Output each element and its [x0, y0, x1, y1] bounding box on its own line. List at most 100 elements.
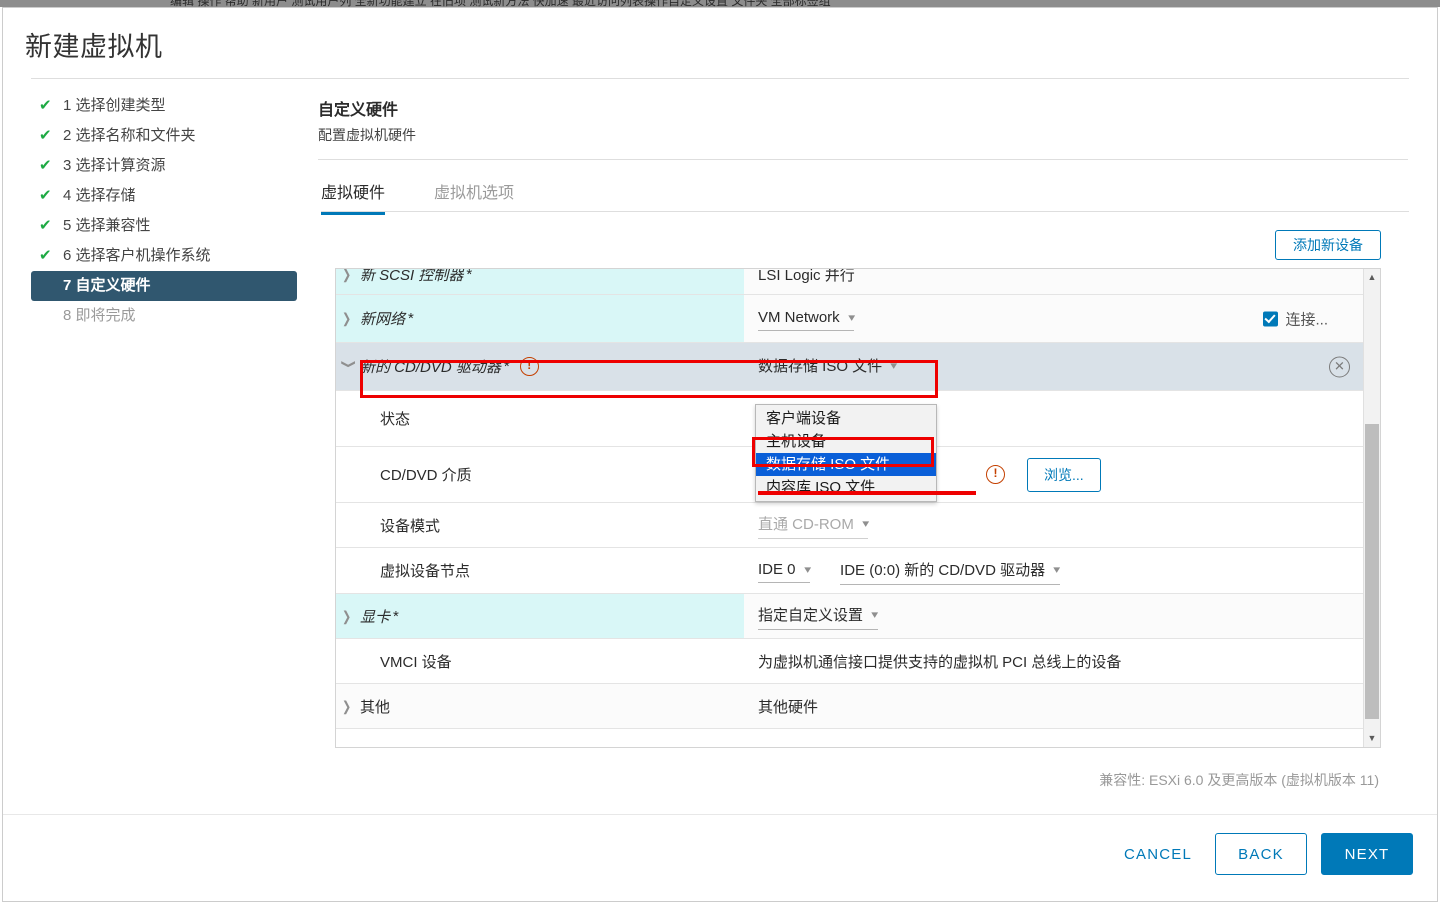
table-row-cd-dvd-drive[interactable]: ❯ 新的 CD/DVD 驱动器 * ! 数据存储 ISO 文件 ▾ ✕: [336, 343, 1380, 391]
warning-icon: !: [519, 357, 539, 376]
pane-title: 自定义硬件: [318, 102, 399, 119]
network-connect-checkbox-wrapper[interactable]: 连接...: [1263, 308, 1328, 329]
back-button[interactable]: BACK: [1215, 833, 1307, 875]
device-mode-dropdown[interactable]: 直通 CD-ROM ▾: [758, 511, 870, 539]
cd-dvd-media-type-menu[interactable]: 客户端设备 主机设备 数据存储 ISO 文件 内容库 ISO 文件: [755, 404, 937, 502]
sidebar-item-step-5[interactable]: ✔ 5 选择兼容性: [31, 211, 299, 241]
remove-device-icon[interactable]: ✕: [1329, 356, 1350, 377]
warning-icon: !: [986, 465, 1005, 484]
menu-item-datastore-iso-file[interactable]: 数据存储 ISO 文件: [756, 453, 936, 476]
video-card-settings-dropdown[interactable]: 指定自定义设置 ▾: [758, 602, 878, 630]
tab-virtual-hardware[interactable]: 虚拟硬件: [321, 179, 386, 215]
device-name: 新的 CD/DVD 驱动器: [360, 359, 501, 376]
device-name: 新 SCSI 控制器: [360, 268, 464, 284]
row-label-cell: 状态: [336, 391, 744, 446]
table-row-vmci-device: VMCI 设备 为虚拟机通信接口提供支持的虚拟机 PCI 总线上的设备: [336, 639, 1380, 684]
required-marker: *: [393, 607, 399, 625]
required-marker: *: [408, 310, 414, 327]
chevron-right-icon[interactable]: ❯: [342, 608, 356, 624]
table-row-new-network[interactable]: ❯ 新网络 * VM Network ▾ 连接...: [336, 295, 1380, 343]
step-number: 2: [63, 127, 72, 144]
step-number: 1: [63, 97, 72, 114]
chevron-right-icon[interactable]: ❯: [342, 269, 356, 283]
row-value-cell: 指定自定义设置 ▾: [744, 594, 1380, 638]
next-button[interactable]: NEXT: [1321, 833, 1413, 875]
scrollbar-thumb[interactable]: [1365, 424, 1379, 719]
row-label-cell: VMCI 设备: [336, 639, 744, 683]
table-row-device-mode: 设备模式 直通 CD-ROM ▾: [336, 503, 1380, 548]
row-value-cell: 直通 CD-ROM ▾: [744, 503, 1380, 547]
sub-label: 设备模式: [380, 517, 441, 535]
step-number: 8: [63, 307, 72, 324]
chevron-down-icon: ▾: [862, 518, 870, 530]
network-connect-label: 连接...: [1285, 311, 1328, 328]
scroll-up-arrow-icon[interactable]: ▲: [1364, 269, 1380, 286]
cd-dvd-media-type-dropdown[interactable]: 数据存储 ISO 文件 ▾: [758, 353, 897, 380]
chevron-right-icon[interactable]: ❯: [342, 310, 356, 327]
table-vertical-scrollbar[interactable]: ▲ ▼: [1363, 269, 1380, 747]
step-label: 选择存储: [75, 187, 136, 204]
step-label: 选择客户机操作系统: [75, 247, 211, 264]
compatibility-text: 兼容性: ESXi 6.0 及更高版本 (虚拟机版本 11): [1099, 772, 1379, 788]
pane-subtitle: 配置虚拟机硬件: [318, 127, 416, 143]
step-label: 即将完成: [75, 307, 136, 324]
chevron-right-icon[interactable]: ❯: [342, 698, 356, 714]
chevron-down-icon: ▾: [890, 360, 898, 372]
sidebar-item-step-7[interactable]: 7 自定义硬件: [31, 271, 297, 301]
footer-divider: [3, 814, 1437, 815]
row-value-cell: 其他硬件: [744, 684, 1380, 728]
cancel-button[interactable]: CANCEL: [1110, 836, 1206, 873]
row-value-cell: 数据存储 ISO 文件 ▾ ✕: [744, 343, 1380, 390]
table-row-video-card[interactable]: ❯ 显卡 * 指定自定义设置 ▾: [336, 594, 1380, 639]
video-card-settings-value: 指定自定义设置: [758, 607, 864, 624]
add-new-device-button[interactable]: 添加新设备: [1275, 230, 1381, 260]
menu-item-client-device[interactable]: 客户端设备: [756, 407, 936, 430]
sidebar-item-step-2[interactable]: ✔ 2 选择名称和文件夹: [31, 121, 299, 151]
sidebar-item-step-1[interactable]: ✔ 1 选择创建类型: [31, 91, 299, 121]
hardware-table: ❯ 新 SCSI 控制器 * LSI Logic 并行 ❯ 新网络 * VM Net…: [335, 268, 1381, 748]
sub-label: 状态: [380, 411, 411, 428]
table-row-other[interactable]: ❯ 其他 其他硬件: [336, 684, 1380, 729]
pane-header: 自定义硬件 配置虚拟机硬件: [318, 96, 1408, 160]
scsi-controller-value: LSI Logic 并行: [758, 268, 855, 284]
pane-divider: [318, 159, 1408, 160]
step-number: 3: [63, 157, 72, 174]
table-row-virtual-device-node: 虚拟设备节点 IDE 0 ▾ IDE (0:0) 新的 CD/DVD 驱动器 ▾: [336, 548, 1380, 594]
sidebar-item-step-6[interactable]: ✔ 6 选择客户机操作系统: [31, 241, 299, 271]
chevron-down-icon: ▾: [847, 311, 855, 324]
row-label-cell: ❯ 其他: [336, 684, 744, 728]
chevron-down-icon: ▾: [1053, 563, 1061, 576]
sidebar-item-step-8[interactable]: 8 即将完成: [31, 301, 299, 331]
check-icon: ✔: [39, 247, 52, 264]
menu-item-host-device[interactable]: 主机设备: [756, 430, 936, 453]
table-row-scsi-controller[interactable]: ❯ 新 SCSI 控制器 * LSI Logic 并行: [336, 268, 1380, 295]
scroll-down-arrow-icon[interactable]: ▼: [1364, 730, 1380, 747]
check-icon: ✔: [39, 157, 52, 174]
checkbox-checked-icon[interactable]: [1263, 311, 1279, 326]
ide-node-dropdown[interactable]: IDE (0:0) 新的 CD/DVD 驱动器 ▾: [840, 557, 1060, 585]
row-label-cell: ❯ 新网络 *: [336, 295, 744, 342]
tab-vm-options[interactable]: 虚拟机选项: [434, 179, 514, 212]
browse-button[interactable]: 浏览...: [1027, 457, 1101, 492]
network-dropdown-value: VM Network: [758, 308, 840, 326]
device-name: 其他: [360, 698, 391, 716]
title-divider: [31, 78, 1409, 79]
network-dropdown[interactable]: VM Network ▾: [758, 307, 855, 331]
menu-item-content-library-iso-file[interactable]: 内容库 ISO 文件: [756, 476, 936, 499]
chevron-down-icon[interactable]: ❯: [341, 360, 357, 374]
menubar-text: 编辑 操作 帮助 新用户 测试用户列 全新功能建立 在旧项 测试新方法 快加速 …: [170, 0, 831, 7]
check-icon: ✔: [39, 217, 52, 234]
new-vm-wizard-dialog: 新建虚拟机 ✔ 1 选择创建类型 ✔ 2 选择名称和文件夹 ✔ 3 选择计算资源…: [2, 7, 1438, 902]
ide-node-value: IDE (0:0) 新的 CD/DVD 驱动器: [840, 561, 1046, 579]
ide-controller-dropdown[interactable]: IDE 0 ▾: [758, 559, 811, 583]
wizard-step-list: ✔ 1 选择创建类型 ✔ 2 选择名称和文件夹 ✔ 3 选择计算资源 ✔ 4 选…: [31, 91, 299, 331]
row-label-cell: 虚拟设备节点: [336, 548, 744, 593]
row-label-cell: 设备模式: [336, 503, 744, 547]
step-number: 6: [63, 247, 72, 264]
other-hardware-value: 其他硬件: [758, 698, 819, 716]
step-label: 选择计算资源: [75, 157, 166, 174]
sidebar-item-step-4[interactable]: ✔ 4 选择存储: [31, 181, 299, 211]
sidebar-item-step-3[interactable]: ✔ 3 选择计算资源: [31, 151, 299, 181]
page-title: 新建虚拟机: [25, 32, 163, 62]
row-value-cell: VM Network ▾ 连接...: [744, 295, 1380, 342]
